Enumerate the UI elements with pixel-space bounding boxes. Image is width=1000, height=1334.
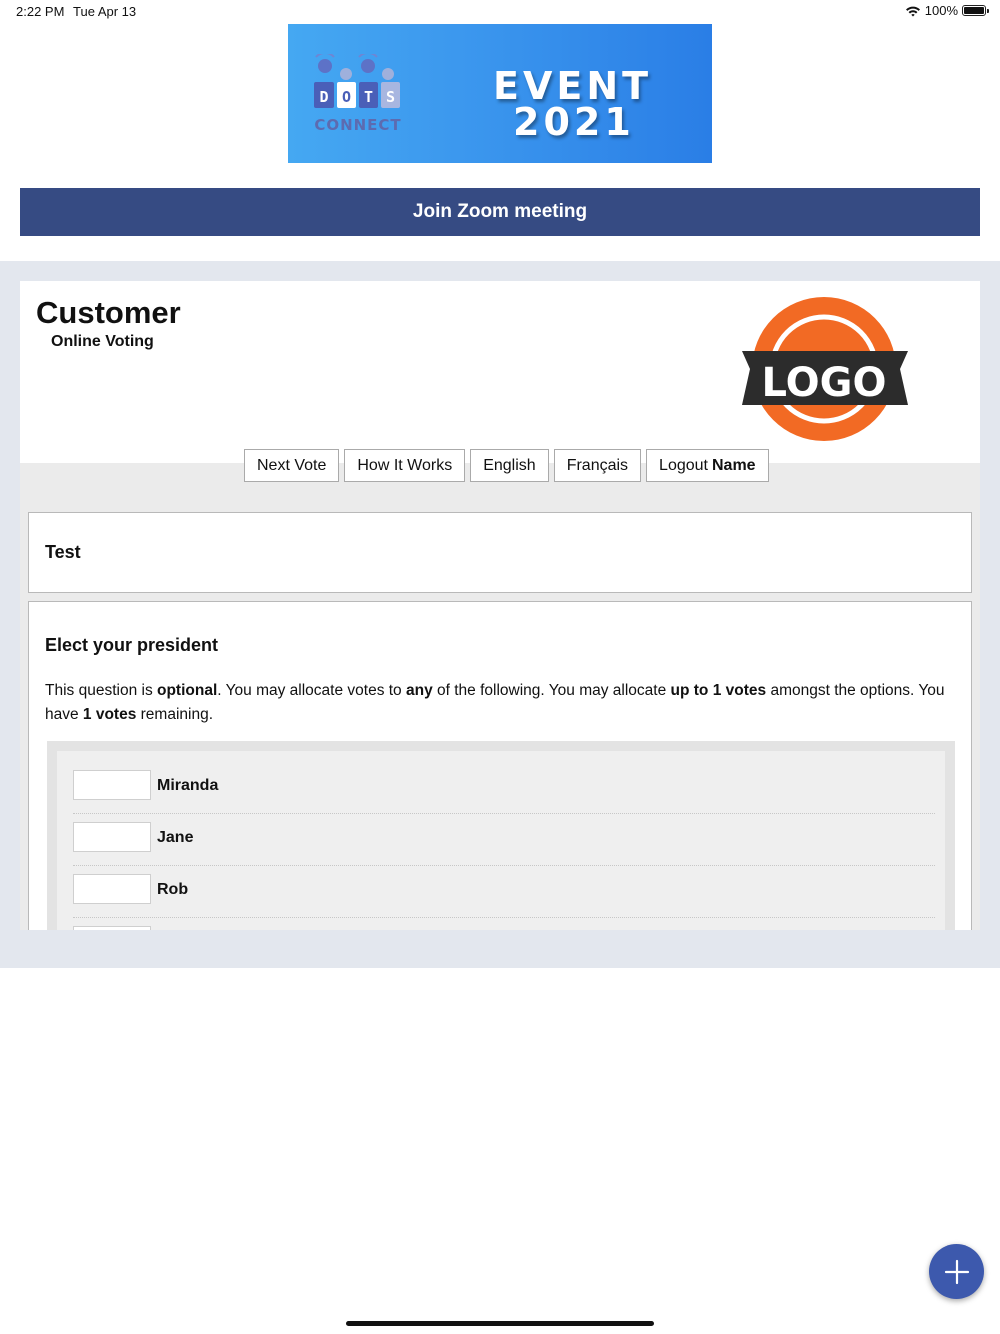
- company-logo: LOGO: [742, 297, 908, 441]
- section-box: Test: [28, 512, 972, 593]
- event-year: 2021: [513, 100, 635, 144]
- dots-letter-s: S: [386, 88, 395, 106]
- option-row: [73, 918, 935, 930]
- status-date: Tue Apr 13: [73, 4, 137, 19]
- question-title: Elect your president: [45, 635, 219, 655]
- option-label: Jane: [157, 829, 194, 846]
- event-title: EVENT 2021: [493, 67, 652, 144]
- card-header: Customer Online Voting LOGO: [20, 281, 980, 463]
- logo-text: LOGO: [762, 360, 887, 406]
- options-panel: Miranda Jane Rob: [47, 741, 955, 930]
- voting-card: Customer Online Voting LOGO Next Vote Ho…: [20, 281, 980, 930]
- dots-letter-d: D: [319, 88, 328, 106]
- logout-button[interactable]: Logout Name: [646, 449, 769, 482]
- option-row: Miranda: [73, 762, 935, 814]
- page-subtitle: Online Voting: [51, 333, 154, 350]
- battery-icon: [962, 5, 989, 16]
- dots-connect-logo: D O T S CONNECT: [314, 54, 401, 134]
- option-label: Rob: [157, 881, 189, 898]
- dots-letter-t: T: [364, 88, 373, 106]
- page-title: Customer: [36, 295, 181, 330]
- status-right: 100%: [905, 3, 989, 18]
- question-instructions: This question is optional. You may alloc…: [45, 682, 945, 723]
- event-banner: D O T S CONNECT EVENT 2021: [288, 24, 712, 163]
- connect-label: CONNECT: [314, 116, 401, 134]
- next-vote-button[interactable]: Next Vote: [244, 449, 340, 482]
- battery-percent: 100%: [924, 3, 958, 18]
- option-row: Jane: [73, 814, 935, 866]
- question-box: Elect your president This question is op…: [28, 601, 972, 930]
- vote-input-miranda[interactable]: [73, 770, 151, 800]
- option-label: Miranda: [157, 777, 219, 794]
- status-bar: 2:22 PM Tue Apr 13 100%: [0, 0, 1000, 24]
- vote-input-jane[interactable]: [73, 822, 151, 852]
- option-row: Rob: [73, 866, 935, 918]
- plus-icon: [944, 1259, 969, 1284]
- status-time: 2:22 PM: [16, 4, 65, 19]
- home-indicator: [346, 1321, 654, 1326]
- english-button[interactable]: English: [470, 449, 549, 482]
- section-title: Test: [45, 542, 81, 562]
- top-nav: Next Vote How It Works English Français …: [244, 449, 769, 482]
- add-fab-button[interactable]: [929, 1244, 984, 1299]
- logout-user-name: Name: [711, 456, 756, 474]
- wifi-icon: [905, 6, 920, 16]
- logout-label: Logout: [659, 456, 708, 474]
- options-list: Miranda Jane Rob: [57, 751, 945, 930]
- dots-letter-o: O: [342, 88, 351, 106]
- vote-input-rob[interactable]: [73, 874, 151, 904]
- how-it-works-button[interactable]: How It Works: [344, 449, 466, 482]
- join-zoom-button[interactable]: Join Zoom meeting: [20, 188, 980, 236]
- vote-input-4[interactable]: [73, 926, 151, 930]
- francais-button[interactable]: Français: [553, 449, 642, 482]
